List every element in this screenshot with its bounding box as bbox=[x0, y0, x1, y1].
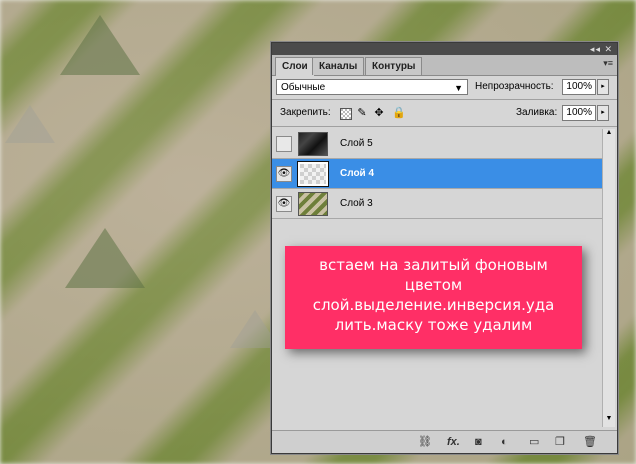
layer-row-selected[interactable]: 👁 Слой 4 bbox=[272, 159, 602, 189]
eye-icon[interactable]: 👁 bbox=[276, 166, 292, 182]
canvas-triangle bbox=[65, 228, 145, 288]
blend-mode-value: Обычные bbox=[281, 82, 326, 93]
fill-input[interactable]: 100% bbox=[562, 105, 596, 121]
panel-menu-icon[interactable]: ▾≡ bbox=[603, 58, 613, 69]
adjustment-icon[interactable]: ◐ bbox=[501, 435, 508, 449]
new-layer-icon[interactable]: ❐ bbox=[555, 435, 565, 449]
layer-thumbnail[interactable] bbox=[297, 161, 329, 187]
fill-label: Заливка: bbox=[516, 107, 558, 118]
fill-slider-button[interactable]: ▸ bbox=[597, 105, 609, 121]
layer-row[interactable]: 👁 Слой 3 bbox=[272, 189, 602, 219]
link-icon[interactable]: ⛓ bbox=[418, 435, 432, 449]
panel-title-bar[interactable]: ◂◂ ✕ bbox=[272, 43, 617, 55]
blend-mode-select[interactable]: Обычные ▼ bbox=[276, 79, 468, 95]
lock-brush-icon[interactable]: ✎ bbox=[356, 107, 368, 119]
panel-bottom-bar: ⛓ fx. ◙ ◐ ▭ ❐ 🗑 bbox=[272, 430, 617, 453]
layer-name: Слой 5 bbox=[340, 138, 373, 149]
lock-label: Закрепить: bbox=[280, 107, 331, 118]
layer-name: Слой 3 bbox=[340, 198, 373, 209]
annotation-note: встаем на залитый фоновым цветом слой.вы… bbox=[285, 246, 582, 349]
canvas-triangle bbox=[5, 105, 55, 143]
divider bbox=[272, 99, 617, 100]
layer-name: Слой 4 bbox=[340, 168, 375, 179]
note-line: лить.маску тоже удалим bbox=[334, 316, 533, 334]
tab-layers[interactable]: Слои bbox=[275, 57, 315, 76]
divider bbox=[272, 126, 617, 127]
layer-thumbnail[interactable] bbox=[298, 192, 328, 216]
layer-row[interactable]: Слой 5 bbox=[272, 129, 602, 159]
canvas-triangle bbox=[60, 15, 140, 75]
lock-transparency-icon[interactable] bbox=[340, 108, 352, 120]
tab-paths[interactable]: Контуры bbox=[365, 57, 423, 75]
opacity-slider-button[interactable]: ▸ bbox=[597, 79, 609, 95]
fx-icon[interactable]: fx. bbox=[447, 435, 460, 449]
chevron-down-icon: ▼ bbox=[454, 83, 463, 93]
note-line: встаем на залитый фоновым bbox=[319, 256, 548, 274]
visibility-toggle[interactable] bbox=[276, 136, 292, 152]
collapse-close-icon[interactable]: ◂◂ ✕ bbox=[590, 43, 613, 55]
lock-all-icon[interactable]: 🔒 bbox=[392, 107, 406, 119]
mask-icon[interactable]: ◙ bbox=[475, 435, 482, 449]
note-line: слой.выделение.инверсия.уда bbox=[312, 296, 555, 314]
opacity-input[interactable]: 100% bbox=[562, 79, 596, 95]
lock-move-icon[interactable]: ✥ bbox=[373, 107, 385, 119]
scroll-up-icon[interactable]: ▲ bbox=[603, 129, 615, 136]
scroll-down-icon[interactable]: ▼ bbox=[603, 415, 615, 422]
tab-channels[interactable]: Каналы bbox=[312, 57, 365, 75]
folder-icon[interactable]: ▭ bbox=[529, 435, 539, 449]
opacity-label: Непрозрачность: bbox=[475, 81, 554, 92]
layers-scrollbar[interactable] bbox=[602, 129, 615, 427]
panel-tabs: Слои Каналы Контуры ▾≡ bbox=[272, 55, 617, 76]
layer-thumbnail[interactable] bbox=[298, 132, 328, 156]
trash-icon[interactable]: 🗑 bbox=[583, 435, 597, 449]
eye-icon[interactable]: 👁 bbox=[276, 196, 292, 212]
note-line: цветом bbox=[404, 276, 463, 294]
